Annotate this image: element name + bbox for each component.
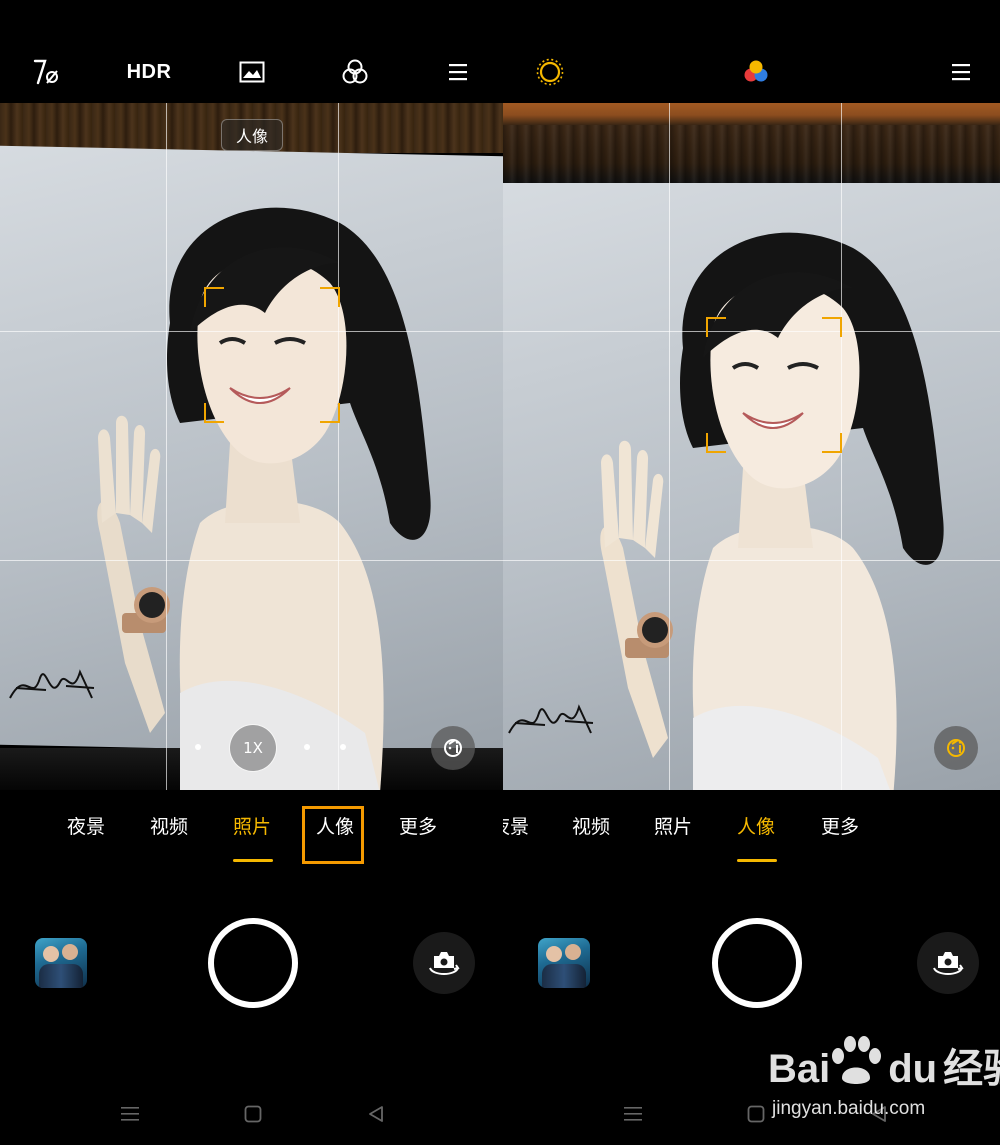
zoom-dot[interactable] [340,744,346,750]
zoom-dot[interactable] [195,744,201,750]
camera-screen-photo-mode: HDR 人像 1X 夜景 视频 照片 人像 更多 [0,0,503,1145]
system-nav-bar [0,1090,503,1136]
baidu-jingyan-watermark: Baidu经验 jingyan.baidu.com [768,1036,1000,1126]
menu-nav-icon[interactable] [118,1102,142,1126]
menu-icon[interactable] [941,52,981,92]
camera-viewfinder[interactable] [503,103,1000,790]
home-nav-icon[interactable] [744,1102,768,1126]
beauty-face-icon [947,739,966,757]
menu-nav-icon[interactable] [621,1102,645,1126]
image-icon[interactable] [232,52,272,92]
beauty-button[interactable] [431,726,475,770]
gallery-thumbnail[interactable] [35,938,87,988]
mode-night[interactable]: 夜景 [503,812,529,839]
filter-icon[interactable] [335,52,375,92]
mode-video[interactable]: 视频 [572,812,610,839]
mode-photo[interactable]: 照片 [654,812,692,839]
gallery-thumbnail[interactable] [538,938,590,988]
switch-camera-icon [429,952,460,975]
zoom-button[interactable]: 1X [229,724,277,772]
menu-icon[interactable] [438,52,478,92]
active-mode-indicator [737,859,777,862]
camera-viewfinder[interactable]: 人像 1X [0,103,503,790]
signature-scribble [9,669,95,699]
top-toolbar [503,0,1000,103]
switch-camera-icon [933,952,964,975]
camera-screen-portrait-mode: 夜景 视频 照片 人像 更多 [503,0,1000,1145]
top-toolbar: HDR [0,0,503,103]
watermark-logo: Baidu经验 [768,1047,1000,1091]
mode-video[interactable]: 视频 [150,812,188,839]
hdr-label: HDR [126,60,172,83]
wood-frame-top [503,103,1000,183]
flash-auto-icon[interactable] [26,52,66,92]
subject-portrait [80,193,460,790]
switch-camera-button[interactable] [917,932,979,994]
portrait-mode-highlight [302,806,364,864]
switch-camera-button[interactable] [413,932,475,994]
sun-icon[interactable] [530,52,570,92]
zoom-dot[interactable] [304,744,310,750]
grid-line [338,103,339,790]
grid-line [0,560,503,561]
signature-scribble [508,704,594,734]
baidu-paw-icon [832,1036,881,1084]
shutter-button[interactable] [712,918,802,1008]
home-nav-icon[interactable] [241,1102,265,1126]
beauty-face-icon [444,739,463,757]
mode-selector: 夜景 视频 照片 人像 更多 [0,790,503,880]
subject-portrait [593,218,973,790]
mode-portrait[interactable]: 人像 [737,812,775,839]
face-focus-box [706,317,842,453]
mode-night[interactable]: 夜景 [67,812,105,839]
shutter-button[interactable] [208,918,298,1008]
grid-line [166,103,167,790]
mode-more[interactable]: 更多 [821,812,859,839]
hdr-button[interactable]: HDR [126,52,172,92]
watermark-url: jingyan.baidu.com [772,1098,926,1119]
active-mode-indicator [233,859,273,862]
portrait-chip-label: 人像 [235,127,268,146]
mode-photo[interactable]: 照片 [233,812,271,839]
face-focus-box [204,287,340,423]
mode-selector: 夜景 视频 照片 人像 更多 [503,790,1000,880]
zoom-label: 1X [243,739,263,757]
back-nav-icon[interactable] [364,1102,388,1126]
portrait-mode-chip[interactable]: 人像 [221,119,283,151]
color-dots-icon[interactable] [736,52,776,92]
grid-line [503,560,1000,561]
grid-line [669,103,670,790]
mode-more[interactable]: 更多 [399,812,437,839]
beauty-button[interactable] [934,726,978,770]
